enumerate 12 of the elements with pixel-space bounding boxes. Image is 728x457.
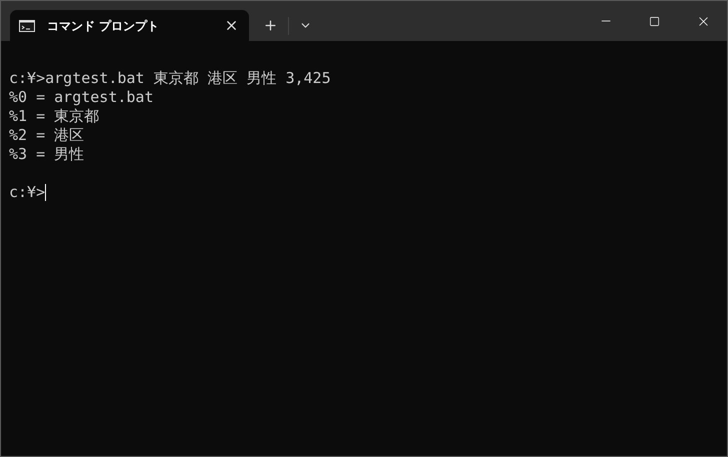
close-tab-icon[interactable] [224, 18, 239, 33]
maximize-icon[interactable] [649, 16, 660, 26]
tab-title: コマンド プロンプト [47, 18, 160, 34]
command-prompt: c:¥> [9, 183, 46, 202]
terminal-tab[interactable]: コマンド プロンプト [10, 10, 249, 41]
terminal-line: c:¥>argtest.bat 東京都 港区 男性 3,425 [9, 69, 331, 88]
terminal-line: %2 = 港区 [9, 126, 84, 145]
console-icon [19, 20, 35, 32]
new-tab-icon[interactable] [263, 18, 278, 33]
terminal-line: %1 = 東京都 [9, 107, 100, 126]
terminal-line: %0 = argtest.bat [9, 88, 154, 107]
terminal-line: %3 = 男性 [9, 145, 84, 164]
